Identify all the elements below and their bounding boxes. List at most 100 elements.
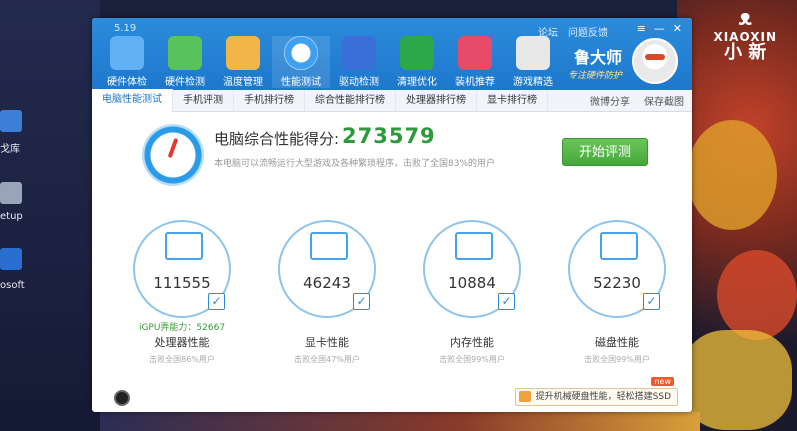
gpu-score: 46243 — [303, 274, 351, 292]
menu-icon[interactable]: ≡ — [637, 22, 646, 35]
desktop-wallpaper-bottom — [100, 412, 700, 431]
tool-label: 硬件检测 — [165, 77, 205, 88]
main-toolbar: 硬件体检 硬件检测 温度管理 性能测试 驱动检测 清理优化 装机推荐 游戏精选 — [98, 36, 562, 88]
desktop-app-icon[interactable] — [0, 110, 22, 132]
total-score: 273579 — [342, 124, 436, 148]
cpu-card: 111555 ✓ iGPU弄能力：52667 处理器性能 击败全国86%用户 — [112, 220, 252, 365]
disk-rank: 击败全国99%用户 — [584, 355, 650, 364]
disk-extra — [547, 320, 687, 332]
tab-overall-ranking[interactable]: 综合性能排行榜 — [305, 89, 396, 112]
disk-score: 52230 — [593, 274, 641, 292]
monitor-icon — [165, 232, 203, 260]
gpu-circle: 46243 ✓ — [278, 220, 376, 318]
ludashi-window: 5.19 硬件体检 硬件检测 温度管理 性能测试 驱动检测 清理优化 装机推荐 … — [92, 18, 692, 412]
gpu-extra — [257, 320, 397, 332]
memory-circle: 10884 ✓ — [423, 220, 521, 318]
footer-logo-icon[interactable] — [114, 390, 130, 406]
wallpaper-shape — [717, 250, 797, 340]
score-label: 电脑综合性能得分: — [214, 130, 340, 148]
memory-checkbox[interactable]: ✓ — [498, 293, 515, 310]
tool-hardware-detect[interactable]: 硬件检测 — [156, 36, 214, 88]
tool-label: 硬件体检 — [107, 77, 147, 88]
ssd-promo-link[interactable]: 提升机械硬盘性能，轻松搭建SSD — [514, 388, 678, 406]
desktop-app-icon[interactable] — [0, 248, 22, 270]
ssd-promo-text: 提升机械硬盘性能，轻松搭建SSD — [535, 392, 671, 402]
desktop-app-icon[interactable] — [0, 182, 22, 204]
titlebar: 5.19 硬件体检 硬件检测 温度管理 性能测试 驱动检测 清理优化 装机推荐 … — [92, 18, 692, 90]
disk-circle: 52230 ✓ — [568, 220, 666, 318]
desktop-icon-label[interactable]: etup — [0, 211, 23, 222]
feedback-link[interactable]: 问题反馈 — [568, 24, 608, 39]
brand-slogan: 专注硬件防护 — [567, 71, 622, 81]
brand-text-cn: 小 新 — [724, 42, 767, 63]
tab-cpu-ranking[interactable]: 处理器排行榜 — [396, 89, 477, 112]
desktop-wallpaper-right — [677, 0, 797, 431]
disk-checkbox[interactable]: ✓ — [643, 293, 660, 310]
save-screenshot-button[interactable]: 保存截图 — [644, 93, 684, 108]
speedometer-icon — [284, 36, 318, 70]
top-menu: 论坛 问题反馈 — [538, 24, 608, 39]
tool-build-recommend[interactable]: 装机推荐 — [446, 36, 504, 88]
hard-drive-icon — [518, 391, 531, 402]
tool-label: 驱动检测 — [339, 77, 379, 88]
new-badge: new — [651, 377, 674, 386]
tool-driver-detect[interactable]: 驱动检测 — [330, 36, 388, 88]
disk-title: 磁盘性能 — [595, 336, 639, 349]
tool-game-picks[interactable]: 游戏精选 — [504, 36, 562, 88]
gear-icon — [342, 36, 376, 70]
app-version: 5.19 — [114, 23, 137, 34]
forum-link[interactable]: 论坛 — [538, 24, 558, 39]
speedometer-dial-icon — [142, 124, 204, 186]
broom-icon — [400, 36, 434, 70]
start-benchmark-button[interactable]: 开始评测 — [562, 138, 648, 166]
window-controls: ≡ — ✕ — [637, 22, 682, 35]
score-description: 本电脑可以流畅运行大型游戏及各种繁琐程序，击败了全国83%的用户 — [214, 159, 496, 169]
tool-label: 温度管理 — [223, 77, 263, 88]
cpu-score: 111555 — [153, 274, 211, 292]
tool-label: 性能测试 — [281, 77, 321, 88]
desktop-icon-label[interactable]: 戈库 — [0, 140, 20, 155]
cpu-rank: 击败全国86%用户 — [149, 355, 215, 364]
tab-gpu-ranking[interactable]: 显卡排行榜 — [477, 89, 548, 112]
laptop-brand-logo: ᴥ XIAOXIN 小 新 — [713, 8, 777, 62]
memory-card: 10884 ✓ 内存性能 击败全国99%用户 — [402, 220, 542, 365]
performance-content: 电脑综合性能得分: 273579 本电脑可以流畅运行大型游戏及各种繁琐程序，击败… — [92, 112, 692, 412]
brand-name: 鲁大师 — [573, 48, 622, 67]
tab-bar: 电脑性能测试 手机评测 手机排行榜 综合性能排行榜 处理器排行榜 显卡排行榜 微… — [92, 89, 692, 112]
mascot-avatar[interactable] — [632, 38, 678, 84]
gpu-checkbox[interactable]: ✓ — [353, 293, 370, 310]
hardware-checkup-icon — [110, 36, 144, 70]
disk-drive-icon — [600, 232, 638, 260]
tab-pc-performance[interactable]: 电脑性能测试 — [92, 89, 173, 112]
tool-performance-test[interactable]: 性能测试 — [272, 36, 330, 88]
gpu-card: 46243 ✓ 显卡性能 击败全国47%用户 — [257, 220, 397, 365]
desktop-icon-label[interactable]: osoft — [0, 280, 25, 291]
tab-actions: 微博分享 保存截图 — [590, 93, 684, 108]
ludashi-brand: 鲁大师 专注硬件防护 — [568, 44, 622, 81]
score-cards: 111555 ✓ iGPU弄能力：52667 处理器性能 击败全国86%用户 4… — [92, 220, 692, 400]
cat-logo-icon: ᴥ — [738, 6, 752, 31]
tool-label: 清理优化 — [397, 77, 437, 88]
close-icon[interactable]: ✕ — [673, 22, 682, 35]
wallpaper-shape — [687, 120, 777, 230]
tab-phone-review[interactable]: 手机评测 — [173, 89, 234, 112]
disk-card: 52230 ✓ 磁盘性能 击败全国99%用户 — [547, 220, 687, 365]
gamepad-icon — [516, 36, 550, 70]
tool-hardware-checkup[interactable]: 硬件体检 — [98, 36, 156, 88]
minimize-icon[interactable]: — — [654, 22, 665, 35]
tool-temperature[interactable]: 温度管理 — [214, 36, 272, 88]
cube-icon — [458, 36, 492, 70]
cpu-checkbox[interactable]: ✓ — [208, 293, 225, 310]
memory-title: 内存性能 — [450, 336, 494, 349]
tab-phone-ranking[interactable]: 手机排行榜 — [234, 89, 305, 112]
thermometer-icon — [226, 36, 260, 70]
memory-rank: 击败全国99%用户 — [439, 355, 505, 364]
tool-clean-optimize[interactable]: 清理优化 — [388, 36, 446, 88]
graphics-card-icon — [310, 232, 348, 260]
weibo-share-button[interactable]: 微博分享 — [590, 93, 630, 108]
memory-extra — [402, 320, 542, 332]
board-icon — [168, 36, 202, 70]
tool-label: 装机推荐 — [455, 77, 495, 88]
igpu-score: iGPU弄能力：52667 — [138, 323, 226, 333]
tool-label: 游戏精选 — [513, 77, 553, 88]
